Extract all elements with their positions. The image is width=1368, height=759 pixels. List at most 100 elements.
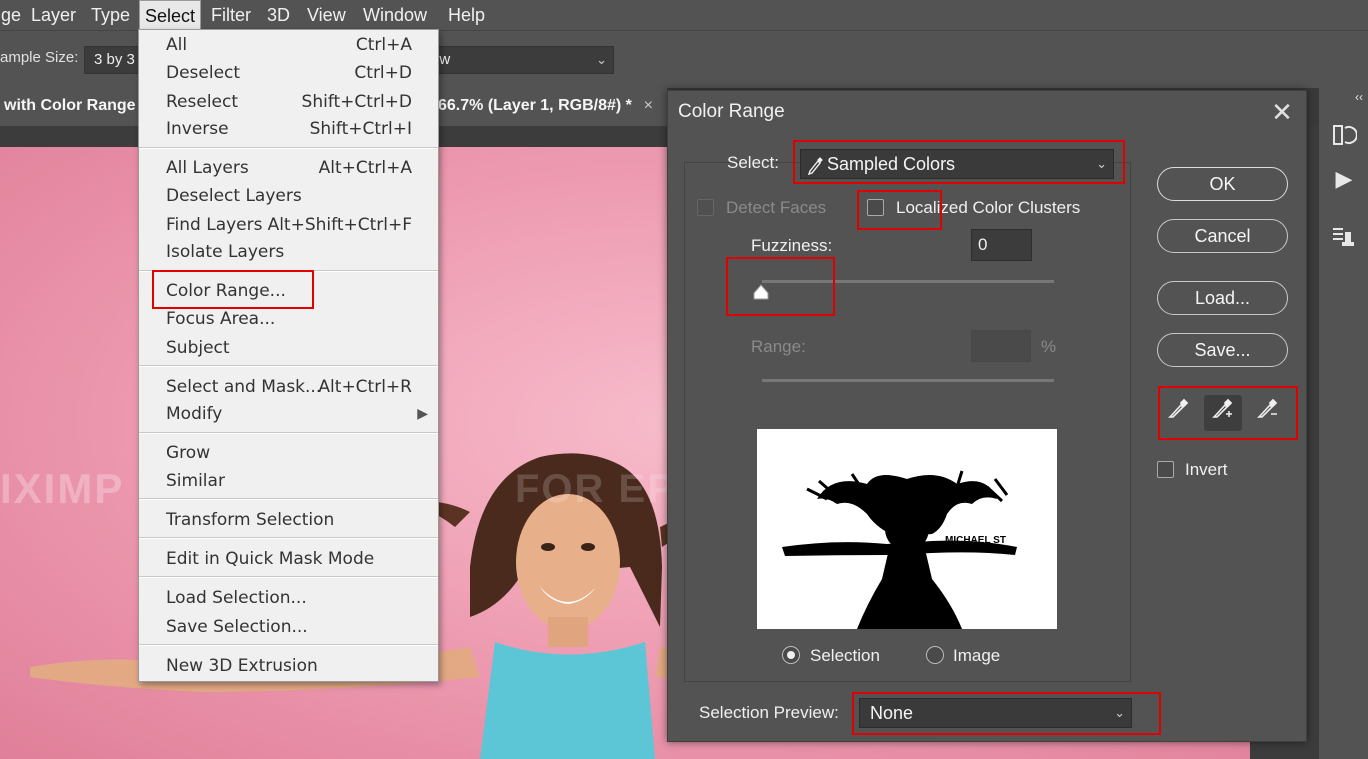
menu-item-label: New 3D Extrusion [166, 656, 318, 676]
menu-separator [139, 644, 438, 646]
ok-button[interactable]: OK [1157, 167, 1288, 201]
menu-item-label: Focus Area... [166, 309, 276, 329]
menu-item-label: Reselect [166, 92, 239, 112]
range-label: Range: [751, 337, 806, 356]
menu-separator [139, 498, 438, 500]
fuzziness-label: Fuzziness: [751, 236, 833, 255]
image-radio[interactable] [926, 646, 944, 664]
play-action-icon[interactable]: ▶ [1329, 164, 1359, 194]
menu-item-grow[interactable]: Grow [166, 440, 412, 466]
eyedropper-minus-icon[interactable] [1249, 395, 1287, 431]
menu-type[interactable]: Type [86, 0, 135, 30]
dialog-title: Color Range [678, 101, 785, 122]
watermark-text: FOR EP [515, 467, 676, 511]
eyedropper-icon[interactable] [1160, 395, 1198, 431]
selection-preview-value: None [870, 703, 914, 723]
menu-item-label: Isolate Layers [166, 242, 285, 262]
menu-item-shortcut: Shift+Ctrl+D [301, 92, 412, 112]
cancel-button-label: Cancel [1194, 226, 1251, 246]
menu-item-subject[interactable]: Subject [166, 335, 412, 361]
menu-item-find-layers[interactable]: Find Layers Alt+Shift+Ctrl+F [166, 212, 412, 238]
menu-select[interactable]: Select [139, 0, 202, 30]
menu-item-all[interactable]: All Ctrl+A [166, 32, 412, 58]
localized-clusters-checkbox[interactable] [867, 199, 884, 216]
select-label: Select: [727, 153, 779, 172]
menu-item-transform-selection[interactable]: Transform Selection [166, 507, 412, 533]
document-tab-title: with Color Range [4, 97, 136, 114]
save-button[interactable]: Save... [1157, 333, 1288, 367]
menu-item-new-3d-extrusion[interactable]: New 3D Extrusion [166, 653, 412, 679]
menu-3d[interactable]: 3D [262, 0, 295, 30]
menu-item-all-layers[interactable]: All Layers Alt+Ctrl+A [166, 155, 412, 181]
select-color-dropdown[interactable]: Sampled Colors ⌄ [800, 149, 1114, 179]
menu-item-save-selection[interactable]: Save Selection... [166, 614, 412, 640]
menu-item-label: Similar [166, 471, 225, 491]
menu-item-label: Deselect Layers [166, 186, 302, 206]
detect-faces-label: Detect Faces [726, 198, 827, 217]
menu-item-shortcut: Alt+Ctrl+A [318, 158, 412, 178]
fuzziness-slider-track[interactable] [762, 280, 1054, 283]
menu-item-quick-mask[interactable]: Edit in Quick Mask Mode [166, 546, 412, 572]
menu-item-label: Subject [166, 338, 230, 358]
menu-item-label: Find Layers [166, 215, 263, 235]
fuzziness-slider-thumb[interactable] [752, 283, 770, 301]
image-radio-label: Image [953, 646, 1001, 665]
menu-item-label: Deselect [166, 63, 241, 83]
show-select[interactable]: ow ⌄ [424, 46, 614, 74]
menu-item-deselect-layers[interactable]: Deselect Layers [166, 183, 412, 209]
menu-item-load-selection[interactable]: Load Selection... [166, 585, 412, 611]
detect-faces-checkbox[interactable] [697, 199, 714, 216]
menu-separator [139, 270, 438, 272]
menu-separator [139, 365, 438, 367]
close-icon[interactable]: ✕ [1270, 97, 1294, 128]
invert-checkbox[interactable] [1157, 461, 1174, 478]
menu-bar: ge Layer Type Select Filter 3D View Wind… [0, 0, 1368, 30]
eyedropper-plus-icon[interactable] [1204, 395, 1242, 431]
menu-window[interactable]: Window [358, 0, 432, 30]
menu-item-select-and-mask[interactable]: Select and Mask... Alt+Ctrl+R [166, 374, 412, 400]
menu-item-label: Grow [166, 443, 211, 463]
menu-item-isolate-layers[interactable]: Isolate Layers [166, 239, 412, 265]
menu-item-modify[interactable]: Modify ▶ [166, 401, 428, 427]
sample-size-select[interactable]: 3 by 3 [84, 46, 144, 74]
selection-preview-dropdown[interactable]: None ⌄ [859, 698, 1132, 728]
menu-filter[interactable]: Filter [206, 0, 256, 30]
range-input[interactable] [971, 330, 1031, 362]
document-tab[interactable]: with Color Range [0, 88, 138, 126]
cancel-button[interactable]: Cancel [1157, 219, 1288, 253]
menu-view[interactable]: View [302, 0, 351, 30]
menu-separator [139, 576, 438, 578]
menu-item-deselect[interactable]: Deselect Ctrl+D [166, 60, 412, 86]
load-button[interactable]: Load... [1157, 281, 1288, 315]
menu-item-reselect[interactable]: Reselect Shift+Ctrl+D [166, 89, 412, 115]
menu-image[interactable]: ge [0, 0, 26, 30]
selection-preview-label: Selection Preview: [699, 703, 839, 722]
menu-item-color-range[interactable]: Color Range... [166, 278, 412, 304]
menu-item-focus-area[interactable]: Focus Area... [166, 306, 412, 332]
save-button-label: Save... [1194, 340, 1251, 360]
range-slider-track[interactable] [762, 379, 1054, 382]
fuzziness-input[interactable]: 0 [971, 229, 1032, 261]
history-icon[interactable] [1329, 122, 1359, 152]
properties-icon[interactable] [1329, 224, 1359, 254]
menu-item-inverse[interactable]: Inverse Shift+Ctrl+I [166, 116, 412, 142]
menu-item-label: Transform Selection [166, 510, 335, 530]
menu-item-shortcut: Alt+Shift+Ctrl+F [267, 215, 412, 235]
document-tab-active[interactable]: 66.7% (Layer 1, RGB/8#) * × [438, 88, 667, 126]
menu-layer[interactable]: Layer [26, 0, 81, 30]
selection-radio[interactable] [782, 646, 800, 664]
menu-item-similar[interactable]: Similar [166, 468, 412, 494]
document-tab-title: 66.7% (Layer 1, RGB/8#) * [438, 97, 632, 114]
menu-item-label: Save Selection... [166, 617, 308, 637]
sample-size-label: ample Size: [0, 49, 79, 66]
collapse-panel-icon[interactable]: ‹‹ [1351, 90, 1367, 104]
localized-clusters-label: Localized Color Clusters [896, 198, 1081, 217]
chevron-down-icon: ⌄ [1114, 705, 1125, 720]
menu-help[interactable]: Help [443, 0, 490, 30]
menu-separator [139, 432, 438, 434]
menu-item-label: All Layers [166, 158, 249, 178]
select-color-value: Sampled Colors [827, 154, 956, 174]
invert-label: Invert [1185, 460, 1228, 479]
menu-item-label: Color Range... [166, 281, 286, 301]
close-tab-icon[interactable]: × [644, 88, 653, 124]
